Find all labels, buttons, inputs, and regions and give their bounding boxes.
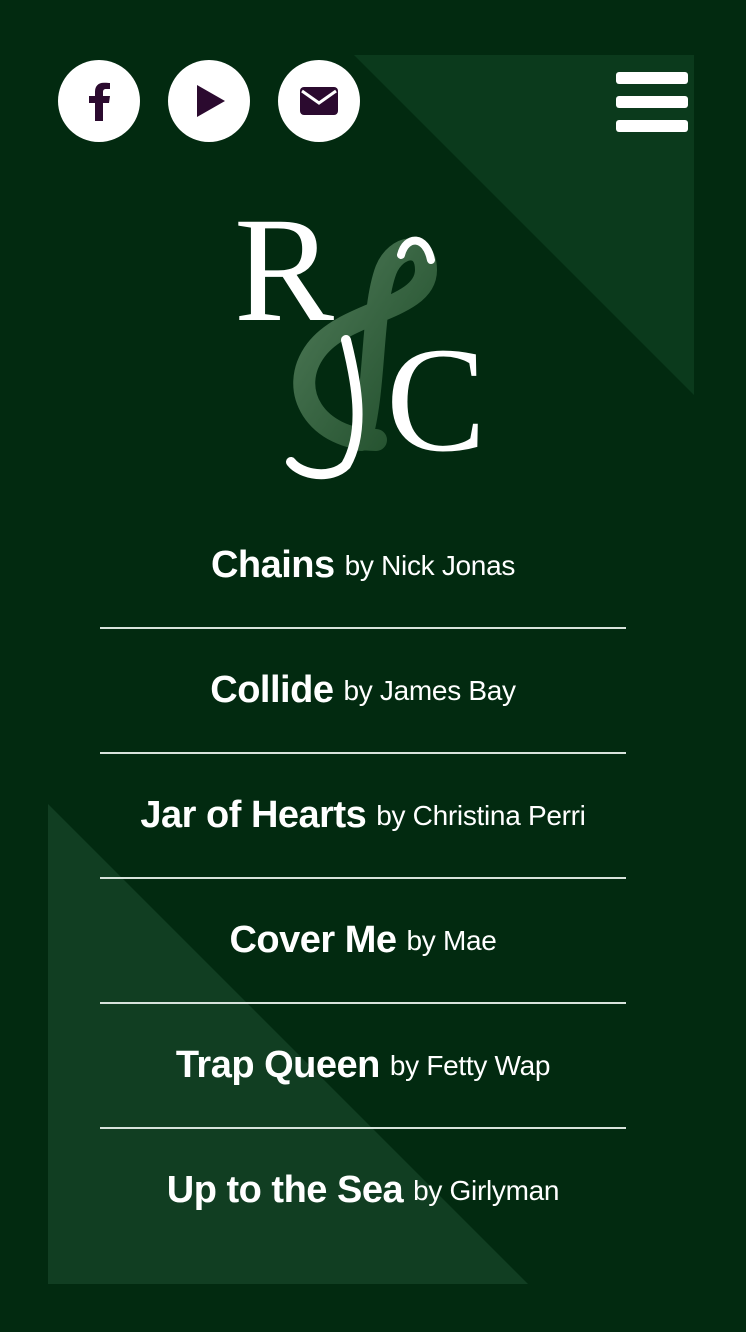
song-title: Jar of Hearts: [140, 794, 367, 836]
song-list: Chains by Nick Jonas Collide by James Ba…: [100, 504, 626, 1252]
svg-text:R: R: [234, 190, 334, 353]
envelope-icon: [300, 87, 338, 115]
song-title: Cover Me: [229, 919, 397, 961]
menu-button[interactable]: [616, 72, 688, 132]
logo: R C: [234, 190, 486, 482]
song-item[interactable]: Trap Queen by Fetty Wap: [100, 1004, 626, 1129]
song-item[interactable]: Cover Me by Mae: [100, 879, 626, 1004]
social-links: [58, 60, 360, 142]
facebook-button[interactable]: [58, 60, 140, 142]
play-icon: [197, 85, 225, 117]
song-artist: by Christina Perri: [376, 799, 586, 831]
song-title: Trap Queen: [175, 1044, 381, 1086]
song-artist: by Girlyman: [413, 1174, 560, 1206]
song-item[interactable]: Jar of Hearts by Christina Perri: [100, 754, 626, 879]
song-item[interactable]: Collide by James Bay: [100, 629, 626, 754]
song-title: Collide: [210, 669, 334, 711]
song-artist: by Fetty Wap: [389, 1049, 551, 1081]
song-artist: by Mae: [406, 924, 497, 956]
youtube-button[interactable]: [168, 60, 250, 142]
song-item[interactable]: Chains by Nick Jonas: [100, 504, 626, 629]
facebook-icon: [89, 82, 110, 121]
song-artist: by Nick Jonas: [344, 549, 516, 581]
email-button[interactable]: [278, 60, 360, 142]
hamburger-menu-icon: [616, 72, 688, 84]
song-title: Up to the Sea: [166, 1169, 404, 1211]
song-item[interactable]: Up to the Sea by Girlyman: [100, 1129, 626, 1252]
svg-text:C: C: [386, 317, 486, 482]
song-title: Chains: [210, 544, 335, 586]
song-artist: by James Bay: [343, 674, 516, 706]
